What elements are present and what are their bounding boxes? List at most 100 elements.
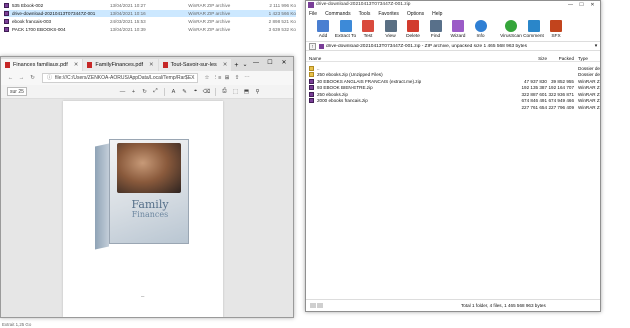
back-button[interactable]: ← xyxy=(5,75,16,81)
pdf-icon xyxy=(87,62,93,68)
menu-options[interactable]: Options xyxy=(407,11,424,17)
read-aloud-icon[interactable]: A xyxy=(168,89,179,95)
maximize-button[interactable]: ☐ xyxy=(576,1,587,9)
tab-finances-familiaux[interactable]: Finances familiaux.pdf ✕ xyxy=(1,59,83,71)
collections-icon[interactable]: ⊞ xyxy=(222,75,232,81)
address-bar[interactable]: ⓘ file:///C:/Users/ZENKOA-AORUS/AppData/L… xyxy=(42,73,198,83)
pdf-viewer-area[interactable]: Family Finances – xyxy=(1,99,293,317)
maximize-button[interactable]: ☐ xyxy=(263,58,277,69)
file-type: WinRAR ZIP archive xyxy=(188,27,231,32)
fit-page-icon[interactable]: ⤢ xyxy=(150,88,161,95)
favorite-star-icon[interactable]: ☆ xyxy=(202,75,212,81)
info-icon xyxy=(474,20,487,32)
table-row[interactable]: 227 761 654 227 796 409 WinRAR ZIP xyxy=(306,104,600,111)
menu-file[interactable]: File xyxy=(309,11,317,17)
toolbar-label: Wizard xyxy=(450,34,466,39)
close-tab-icon[interactable]: ✕ xyxy=(74,62,79,68)
window-title: drive-download-20210413T073447Z-001.zip xyxy=(316,2,411,7)
menu-favorites[interactable]: Favorites xyxy=(378,11,399,17)
test-button[interactable]: Test xyxy=(357,18,379,42)
refresh-button[interactable]: ↻ xyxy=(27,75,38,81)
tab-familyfinances[interactable]: FamilyFinances.pdf ✕ xyxy=(83,59,158,71)
toolbar-label: Test xyxy=(363,34,373,39)
toolbar-label: Info xyxy=(476,34,485,39)
up-folder-button[interactable]: ↑ xyxy=(309,42,316,50)
highlight-icon[interactable]: ✎ xyxy=(179,89,190,95)
close-tab-icon[interactable]: ✕ xyxy=(223,62,228,68)
tab-label: Tout-Savoir-sur-les xyxy=(170,62,217,68)
zoom-in-button[interactable]: + xyxy=(128,89,139,95)
share-icon[interactable]: ⇪ xyxy=(232,75,242,81)
status-text: Total 1 folder, 4 files, 1 465 568 963 b… xyxy=(461,303,546,308)
tab-label: FamilyFinances.pdf xyxy=(95,62,144,68)
rotate-icon[interactable]: ↻ xyxy=(139,89,150,95)
draw-icon[interactable]: ⌖ xyxy=(190,88,201,95)
print-icon[interactable]: ⎙ xyxy=(219,88,230,95)
file-packed: 39 852 955 xyxy=(551,78,574,84)
book-title-sub: Finances xyxy=(131,210,169,219)
menu-commands[interactable]: Commands xyxy=(325,11,351,17)
list-item[interactable]: ebook francais-003 24/03/2021 15:53 WinR… xyxy=(4,18,296,25)
tab-menu-icon[interactable]: ⌄ xyxy=(243,61,248,68)
more-icon[interactable]: ⋯ xyxy=(242,75,252,81)
menu-tools[interactable]: Tools xyxy=(359,11,371,17)
minimize-button[interactable]: — xyxy=(249,58,263,69)
close-tab-icon[interactable]: ✕ xyxy=(149,62,154,68)
page-marker: – xyxy=(141,294,145,300)
find-button[interactable]: Find xyxy=(425,18,447,42)
wizard-button[interactable]: Wizard xyxy=(447,18,469,42)
divider xyxy=(215,87,216,96)
divider xyxy=(164,87,165,96)
tab-tout-savoir[interactable]: Tout-Savoir-sur-les ✕ xyxy=(158,59,232,71)
file-name: drive-download-20210413T073447Z-001 xyxy=(12,11,96,16)
file-type: WinRAR ZIP archive xyxy=(188,3,231,8)
winrar-title-bar: drive-download-20210413T073447Z-001.zip … xyxy=(306,1,600,9)
file-name: PACK 1700 EBOOKS-004 xyxy=(12,27,66,32)
list-item[interactable]: PACK 1700 EBOOKS-004 13/04/2021 10:39 Wi… xyxy=(4,26,296,33)
sfx-button[interactable]: SFX xyxy=(545,18,567,42)
close-button[interactable]: ✕ xyxy=(277,58,291,69)
archive-path-field[interactable]: drive-download-20210413T073447Z-001.zip … xyxy=(326,44,592,49)
pdf-icon xyxy=(5,62,10,68)
zoom-out-button[interactable]: — xyxy=(117,89,128,95)
extract-icon xyxy=(339,20,352,32)
list-item[interactable]: drive-download-20210413T073447Z-001 13/0… xyxy=(4,10,296,17)
add-button[interactable]: Add xyxy=(312,18,334,42)
tab-strip: Finances familiaux.pdf ✕ FamilyFinances.… xyxy=(1,57,293,71)
column-packed[interactable]: Packed xyxy=(538,56,574,61)
chevron-down-icon[interactable]: ▾ xyxy=(592,44,600,49)
window-controls: — ☐ ✕ xyxy=(249,58,291,69)
delete-button[interactable]: Delete xyxy=(402,18,424,42)
close-button[interactable]: ✕ xyxy=(587,1,598,9)
reading-list-icon[interactable]: ⋮≡ xyxy=(212,75,222,81)
info-button[interactable]: Info xyxy=(470,18,492,42)
folder-icon xyxy=(309,72,314,78)
virusscan-button[interactable]: VirusScan xyxy=(500,18,522,42)
file-packed: 674 949 466 xyxy=(548,98,574,104)
rar-file-icon xyxy=(309,91,314,97)
file-type: Dossier de f xyxy=(578,72,601,78)
file-date: 13/04/2021 10:27 xyxy=(109,3,146,8)
archive-file-list: Name Size Packed Type .. Dossier de f 25… xyxy=(306,55,600,297)
extract-to-button[interactable]: Extract To xyxy=(335,18,357,42)
page-number-field[interactable]: sur 25 xyxy=(7,87,27,96)
column-name[interactable]: Name xyxy=(309,56,509,61)
tab-label: Finances familiaux.pdf xyxy=(13,62,68,68)
column-type[interactable]: Type xyxy=(578,56,600,61)
info-icon[interactable]: ⓘ xyxy=(47,75,52,81)
list-item[interactable]: 535 Ebook-002 13/04/2021 10:27 WinRAR ZI… xyxy=(4,2,296,9)
comment-button[interactable]: Comment xyxy=(523,18,545,42)
forward-button[interactable]: → xyxy=(16,75,27,81)
new-tab-button[interactable]: + xyxy=(234,62,238,69)
save-as-icon[interactable]: ⬒ xyxy=(241,89,252,95)
cover-photo xyxy=(117,143,181,193)
view-button[interactable]: View xyxy=(380,18,402,42)
save-icon[interactable]: ⬚ xyxy=(230,89,241,95)
file-packed: 322 936 871 xyxy=(548,91,574,97)
minimize-button[interactable]: — xyxy=(565,1,576,9)
menu-help[interactable]: Help xyxy=(432,11,442,17)
pin-icon[interactable]: ⚲ xyxy=(252,89,263,95)
erase-icon[interactable]: ⌫ xyxy=(201,89,212,95)
winrar-window: drive-download-20210413T073447Z-001.zip … xyxy=(305,0,601,312)
file-type: WinRAR ZIP xyxy=(578,78,600,84)
